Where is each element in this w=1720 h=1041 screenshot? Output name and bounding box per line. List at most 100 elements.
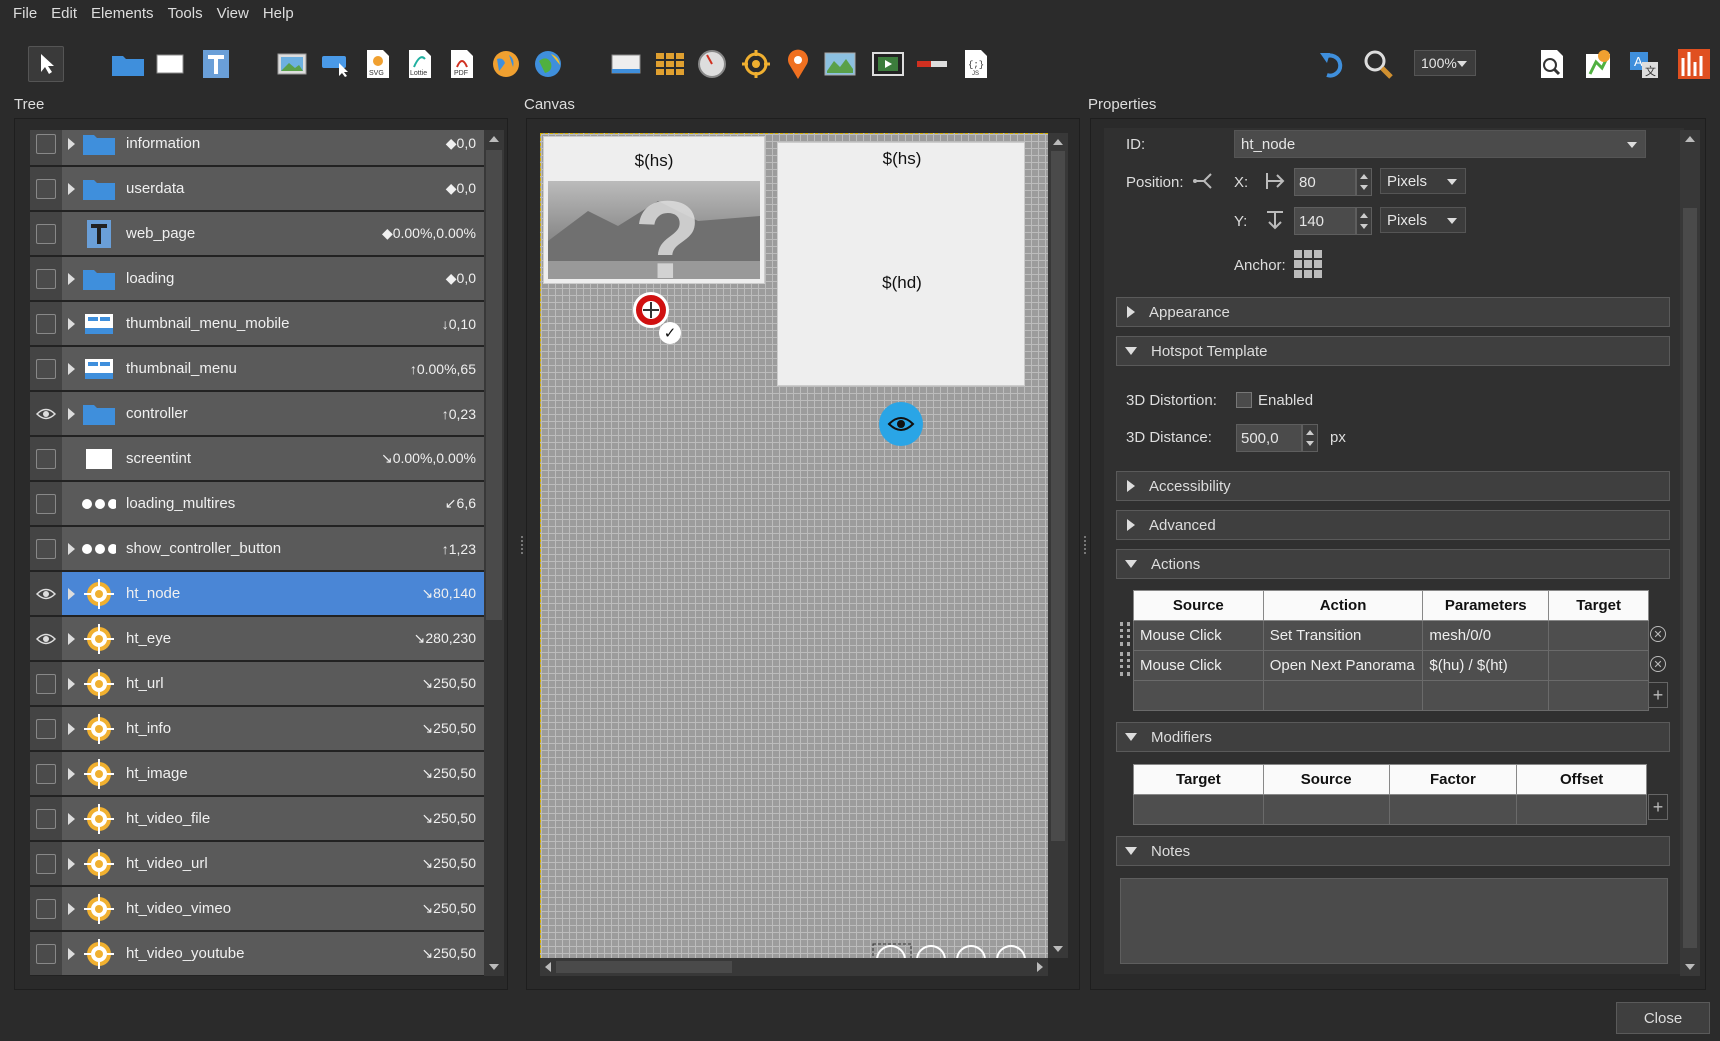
hotspot-preview-node[interactable]: ? $(hs) (543, 136, 765, 302)
section-modifiers[interactable]: Modifiers (1116, 722, 1670, 752)
search-button[interactable] (1534, 46, 1570, 82)
tree-row[interactable]: screentint ↘0.00%,0.00% (30, 437, 484, 482)
col-source[interactable]: Source (1133, 590, 1264, 621)
section-actions[interactable]: Actions (1116, 549, 1670, 579)
tree-row[interactable]: userdata ◆0,0 (30, 167, 484, 212)
properties-scroll-thumb[interactable] (1683, 208, 1697, 948)
add-video-button[interactable] (870, 46, 906, 82)
zoom-level-select[interactable]: 100% (1414, 50, 1476, 76)
translate-button[interactable]: A文 (1626, 46, 1662, 82)
menu-elements[interactable]: Elements (84, 5, 161, 22)
x-unit-select[interactable]: Pixels (1380, 168, 1466, 194)
col-factor[interactable]: Factor (1388, 764, 1518, 795)
zoom-button[interactable] (1360, 46, 1396, 82)
table-row[interactable]: Mouse Click Open Next Panorama $(hu) / $… (1133, 650, 1649, 681)
cell[interactable]: Set Transition (1262, 620, 1424, 651)
table-row-empty[interactable] (1133, 794, 1647, 825)
visibility-checkbox[interactable] (36, 808, 56, 829)
visibility-checkbox[interactable] (36, 718, 56, 739)
expand-arrow-icon[interactable] (68, 902, 75, 915)
col-source[interactable]: Source (1262, 764, 1390, 795)
col-target[interactable]: Target (1133, 764, 1264, 795)
cell[interactable] (1548, 620, 1649, 651)
section-appearance[interactable]: Appearance (1116, 297, 1670, 327)
close-button[interactable]: Close (1616, 1002, 1710, 1034)
expand-arrow-icon[interactable] (68, 812, 75, 825)
add-container-button[interactable] (110, 46, 146, 82)
splitter-handle-2[interactable] (1084, 536, 1088, 554)
tree-row[interactable]: thumbnail_menu_mobile ↓0,10 (30, 302, 484, 347)
drag-handle-icon[interactable] (1120, 622, 1130, 646)
visibility-checkbox[interactable] (36, 538, 56, 559)
tree-row[interactable]: controller ↑0,23 (30, 392, 484, 437)
expand-arrow-icon[interactable] (68, 407, 75, 420)
col-parameters[interactable]: Parameters (1422, 590, 1550, 621)
menu-tools[interactable]: Tools (161, 5, 210, 22)
visibility-checkbox[interactable] (36, 448, 56, 469)
editor-canvas[interactable]: ? $(hs) $(hs) $(hd) ✓ (540, 133, 1048, 958)
add-hotspot-button[interactable] (738, 46, 774, 82)
visibility-checkbox[interactable] (36, 223, 56, 244)
canvas-vscrollbar[interactable] (1048, 133, 1068, 958)
expand-arrow-icon[interactable] (68, 182, 75, 195)
visibility-checkbox[interactable] (36, 763, 56, 784)
visibility-checkbox[interactable] (36, 943, 56, 964)
expand-arrow-icon[interactable] (68, 317, 75, 330)
expand-arrow-icon[interactable] (68, 137, 75, 150)
cell[interactable]: $(hu) / $(ht) (1422, 650, 1550, 681)
col-action[interactable]: Action (1262, 590, 1424, 621)
canvas-vscroll-thumb[interactable] (1051, 151, 1065, 841)
properties-scrollbar[interactable] (1680, 130, 1700, 976)
tree-scrollbar-thumb[interactable] (486, 150, 502, 620)
visibility-checkbox[interactable] (36, 133, 56, 154)
add-action-icon[interactable]: + (1648, 682, 1668, 708)
section-accessibility[interactable]: Accessibility (1116, 471, 1670, 501)
section-hotspot-template[interactable]: Hotspot Template (1116, 336, 1670, 366)
tree-row[interactable]: ht_info ↘250,50 (30, 707, 484, 752)
tree-row[interactable]: ht_url ↘250,50 (30, 662, 484, 707)
expand-arrow-icon[interactable] (68, 677, 75, 690)
distance-input[interactable]: 500,0 (1236, 424, 1302, 452)
expand-arrow-icon[interactable] (68, 857, 75, 870)
visibility-eye-icon[interactable] (36, 404, 56, 424)
add-map-pin-button[interactable] (780, 46, 816, 82)
y-input[interactable]: 140 (1294, 207, 1356, 235)
add-map-button[interactable] (822, 46, 858, 82)
cell[interactable]: Open Next Panorama (1262, 650, 1424, 681)
menu-view[interactable]: View (210, 5, 256, 22)
splitter-handle[interactable] (521, 536, 525, 554)
tree-row[interactable]: show_controller_button ↑1,23 (30, 527, 484, 572)
tree-scrollbar[interactable] (484, 130, 504, 976)
undo-button[interactable] (1314, 46, 1350, 82)
position-link-icon[interactable] (1192, 170, 1214, 196)
visibility-checkbox[interactable] (36, 313, 56, 334)
drag-handle-icon[interactable] (1120, 652, 1130, 676)
id-field[interactable]: ht_node (1234, 130, 1646, 158)
cell[interactable]: Mouse Click (1133, 620, 1264, 651)
col-target[interactable]: Target (1548, 590, 1649, 621)
x-stepper[interactable] (1356, 168, 1372, 196)
expand-arrow-icon[interactable] (68, 632, 75, 645)
remove-action-icon[interactable]: ✕ (1650, 656, 1666, 672)
y-unit-select[interactable]: Pixels (1380, 207, 1466, 233)
add-lottie-button[interactable]: Lottie (402, 46, 438, 82)
menu-file[interactable]: File (6, 5, 44, 22)
ht-eye-marker[interactable] (879, 402, 923, 446)
distance-stepper[interactable] (1302, 424, 1318, 452)
table-row[interactable]: Mouse Click Set Transition mesh/0/0 (1133, 620, 1649, 651)
add-text-button[interactable] (198, 46, 234, 82)
add-image-button[interactable] (274, 46, 310, 82)
variables-button[interactable] (1580, 46, 1616, 82)
tree-row[interactable]: ht_node ↘80,140 (30, 572, 484, 617)
tree-row[interactable]: information ◆0,0 (30, 130, 484, 167)
canvas-hscroll-thumb[interactable] (556, 961, 732, 973)
visibility-checkbox[interactable] (36, 898, 56, 919)
tree-row[interactable]: loading_multires ↙6,6 (30, 482, 484, 527)
visibility-checkbox[interactable] (36, 178, 56, 199)
add-compass-button[interactable] (694, 46, 730, 82)
tree-row[interactable]: ht_eye ↘280,230 (30, 617, 484, 662)
expand-arrow-icon[interactable] (68, 947, 75, 960)
expand-arrow-icon[interactable] (68, 587, 75, 600)
section-notes[interactable]: Notes (1116, 836, 1670, 866)
tree-row[interactable]: ht_video_url ↘250,50 (30, 842, 484, 887)
